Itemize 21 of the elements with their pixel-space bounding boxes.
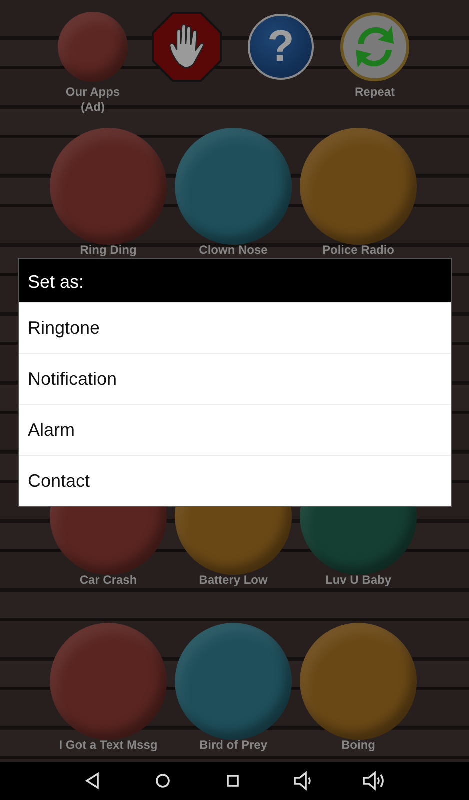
sound-label: Ring Ding <box>80 244 137 257</box>
sound-label: Boing <box>342 739 376 752</box>
sound-label: Bird of Prey <box>199 739 268 752</box>
help-button[interactable]: ? <box>248 14 314 80</box>
sound-label: Clown Nose <box>199 244 268 257</box>
button-label: Repeat <box>354 85 395 100</box>
menu-item[interactable]: Contact <box>19 455 451 506</box>
dialog-title: Set as: <box>19 259 451 302</box>
menu-item[interactable]: Ringtone <box>19 302 451 353</box>
menu-item[interactable]: Alarm <box>19 404 451 455</box>
sound-label: Police Radio <box>322 244 395 257</box>
volume-up-icon[interactable] <box>362 770 386 792</box>
sound-label: Luv U Baby <box>325 574 392 587</box>
sound-label: Car Crash <box>80 574 138 587</box>
sound-label: I Got a Text Mssg <box>59 739 158 752</box>
menu-item[interactable]: Notification <box>19 353 451 404</box>
sound-label: Battery Low <box>199 574 268 587</box>
stop-hand-icon[interactable] <box>152 12 222 82</box>
repeat-icon[interactable] <box>340 12 410 82</box>
button-label: Our Apps (Ad) <box>66 85 120 115</box>
volume-down-icon[interactable] <box>292 770 314 792</box>
